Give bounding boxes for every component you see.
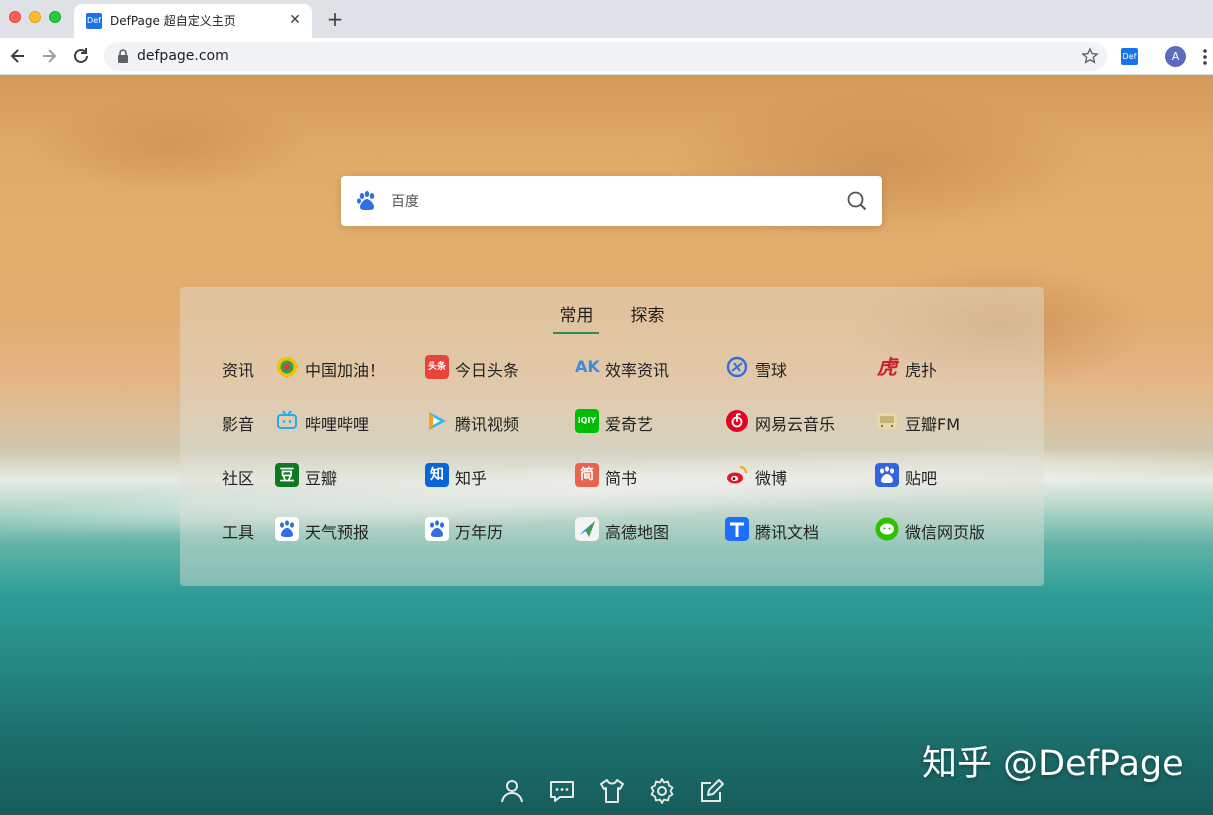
douban-icon: 豆	[275, 463, 299, 487]
tencent-video-icon	[429, 412, 446, 430]
baidu-paw-icon	[275, 517, 299, 541]
search-box	[341, 176, 882, 226]
gear-icon[interactable]	[648, 777, 676, 805]
watermark: 知乎 @DefPage	[922, 744, 1184, 784]
row-label: 工具	[222, 523, 255, 542]
weibo-icon	[727, 466, 747, 484]
shortcut-rows: 资讯 中国加油！ 头条 今日头条 AK 效率资讯 雪球 虎 虎扑 影音 哔哩哔哩…	[222, 349, 1022, 565]
close-window-button[interactable]	[9, 11, 21, 23]
tab-common[interactable]: 常用	[553, 301, 600, 334]
back-icon[interactable]	[7, 45, 29, 67]
menu-dots-icon[interactable]	[1200, 47, 1210, 67]
footer-toolbar	[498, 777, 738, 807]
link-label: 腾讯文档	[755, 523, 820, 542]
link-label: 贴吧	[905, 469, 938, 488]
row-community: 社区 豆 豆瓣 知 知乎 简 简书 微博 贴吧	[222, 457, 1022, 511]
link-label: 知乎	[455, 469, 488, 488]
tab-title: DefPage 超自定义主页	[110, 14, 236, 28]
browser-toolbar: defpage.com Def A	[0, 38, 1213, 75]
jianshu-icon: 简	[575, 463, 599, 487]
iqiyi-icon: iQIY	[575, 409, 599, 433]
baidu-paw-icon[interactable]	[355, 189, 379, 213]
forward-icon[interactable]	[38, 45, 60, 67]
link-label: 豆瓣	[305, 469, 338, 488]
link-label: 效率资讯	[605, 361, 670, 380]
search-icon[interactable]	[846, 190, 868, 212]
tab-strip: Def DefPage 超自定义主页 ✕ +	[0, 0, 1213, 38]
link-label: 天气预报	[305, 523, 370, 542]
row-label: 资讯	[222, 361, 255, 380]
reload-icon[interactable]	[70, 45, 92, 67]
ak-icon: AK	[575, 357, 600, 376]
link-label: 微博	[755, 469, 788, 488]
link-label: 网易云音乐	[755, 415, 836, 434]
link-label: 中国加油！	[305, 361, 386, 380]
message-icon[interactable]	[548, 777, 576, 805]
row-media: 影音 哔哩哔哩 腾讯视频 iQIY 爱奇艺 网易云音乐 豆瓣FM	[222, 403, 1022, 457]
china-news-icon	[277, 357, 297, 377]
url-text: defpage.com	[137, 48, 229, 64]
link-label: 微信网页版	[905, 523, 986, 542]
row-label: 影音	[222, 415, 255, 434]
bookmark-star-icon[interactable]	[1081, 47, 1099, 65]
row-tools: 工具 天气预报 万年历 高德地图 腾讯文档 微信网页版	[222, 511, 1022, 565]
defpage-content: 常用 探索 资讯 中国加油！ 头条 今日头条 AK 效率资讯	[0, 75, 1213, 815]
douban-fm-icon	[877, 413, 897, 429]
row-news: 资讯 中国加油！ 头条 今日头条 AK 效率资讯 雪球 虎 虎扑	[222, 349, 1022, 403]
new-tab-button[interactable]: +	[325, 8, 345, 30]
xueqiu-icon	[726, 356, 748, 378]
link-label: 万年历	[455, 523, 504, 542]
panel-tabs: 常用 探索	[180, 301, 1044, 334]
link-label: 今日头条	[455, 361, 520, 380]
link-label: 爱奇艺	[605, 415, 654, 434]
tshirt-icon[interactable]	[598, 777, 626, 805]
minimize-window-button[interactable]	[29, 11, 41, 23]
maximize-window-button[interactable]	[49, 11, 61, 23]
search-input[interactable]	[391, 186, 831, 216]
user-icon[interactable]	[498, 777, 526, 805]
toutiao-icon: 头条	[425, 355, 449, 379]
link-label: 虎扑	[905, 361, 938, 380]
lock-icon	[118, 49, 128, 63]
wechat-icon	[875, 517, 899, 541]
zhihu-icon: 知	[425, 463, 449, 487]
edit-icon[interactable]	[698, 777, 726, 805]
row-label: 社区	[222, 469, 255, 488]
link-label: 豆瓣FM	[905, 415, 961, 434]
profile-avatar[interactable]: A	[1165, 46, 1186, 67]
link-label: 高德地图	[605, 523, 670, 542]
tab-close-icon[interactable]: ✕	[286, 11, 304, 29]
shortcut-panel: 常用 探索 资讯 中国加油！ 头条 今日头条 AK 效率资讯 雪球 虎 虎扑 影…	[180, 287, 1044, 586]
link-label: 简书	[605, 469, 638, 488]
address-bar[interactable]: defpage.com	[104, 42, 1107, 71]
link-label: 哔哩哔哩	[305, 415, 370, 434]
tencent-docs-icon	[725, 517, 749, 541]
hupu-icon: 虎	[877, 355, 897, 379]
tab-explore[interactable]: 探索	[629, 301, 667, 334]
tieba-icon	[875, 463, 899, 487]
browser-tab[interactable]: Def DefPage 超自定义主页 ✕	[74, 4, 312, 38]
link-label: 雪球	[755, 361, 788, 380]
baidu-paw-icon	[425, 517, 449, 541]
netease-music-icon	[726, 410, 748, 432]
link-label: 腾讯视频	[455, 415, 520, 434]
defpage-favicon-icon: Def	[86, 13, 102, 29]
bilibili-icon	[277, 410, 297, 429]
amap-icon	[575, 517, 599, 541]
defpage-extension-icon[interactable]: Def	[1121, 48, 1138, 65]
